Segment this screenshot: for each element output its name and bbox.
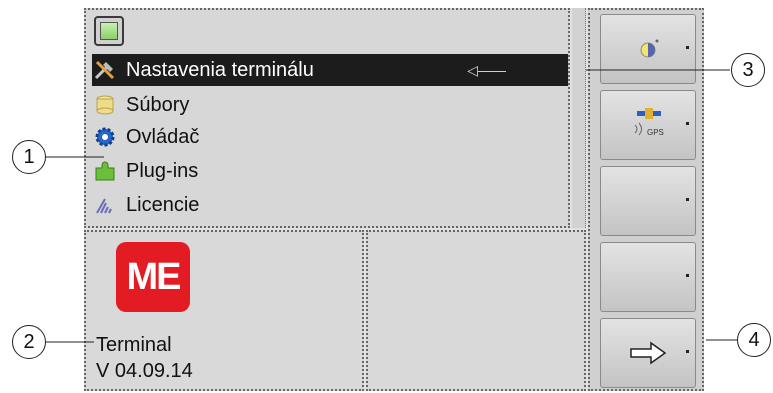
callout-2: 2 [12,325,46,359]
callout-1: 1 [12,140,46,174]
callout-lines [44,69,738,343]
callout-4: 4 [737,323,771,357]
callout-3: 3 [731,53,765,87]
